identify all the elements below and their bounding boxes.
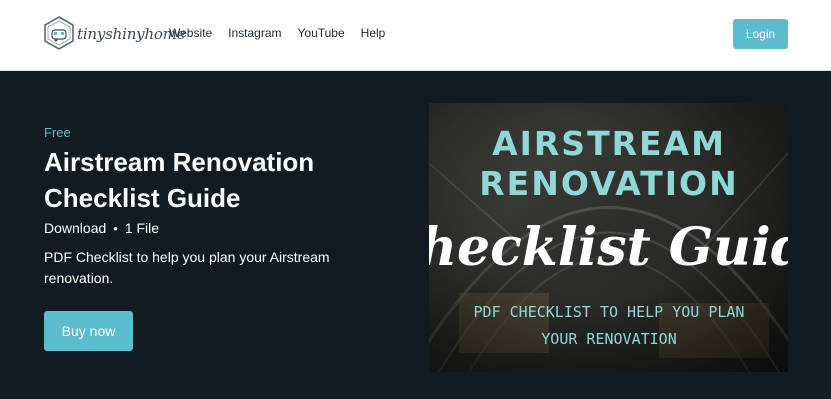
product-info: Free Airstream Renovation Checklist Guid… xyxy=(44,125,384,289)
product-title-line2: Checklist Guide xyxy=(44,183,241,213)
house-logo-icon xyxy=(44,16,74,50)
product-title: Airstream Renovation Checklist Guide xyxy=(44,144,384,216)
logo[interactable]: tinyshinyhome xyxy=(44,16,186,50)
login-button[interactable]: Login xyxy=(733,19,788,49)
nav-instagram[interactable]: Instagram xyxy=(228,26,281,40)
cover-title-line1: AIRSTREAM xyxy=(492,124,726,163)
cover-subtitle-line2: YOUR RENOVATION xyxy=(541,330,676,348)
cover-artwork: AIRSTREAM RENOVATION Checklist Guide PDF… xyxy=(429,103,788,372)
file-count: 1 File xyxy=(124,220,160,236)
cover-subtitle-line1: PDF CHECKLIST TO HELP YOU PLAN xyxy=(474,303,745,321)
main-nav: Website Instagram YouTube Help xyxy=(169,26,385,40)
nav-help[interactable]: Help xyxy=(361,26,386,40)
description-line2: renovation. xyxy=(44,270,114,286)
description-line1: PDF Checklist to help you plan your Airs… xyxy=(44,249,330,265)
product-type: Download xyxy=(44,220,107,236)
product-meta: Download • 1 File xyxy=(44,220,384,236)
product-title-line1: Airstream Renovation xyxy=(44,147,315,177)
site-header: tinyshinyhome Website Instagram YouTube … xyxy=(0,0,831,71)
cover-title-line2: RENOVATION xyxy=(479,164,738,203)
buy-now-button[interactable]: Buy now xyxy=(44,311,133,351)
product-cover-image: AIRSTREAM RENOVATION Checklist Guide PDF… xyxy=(429,103,788,372)
meta-separator: • xyxy=(113,220,118,236)
nav-youtube[interactable]: YouTube xyxy=(298,26,345,40)
price-label: Free xyxy=(44,125,71,140)
cover-title-line3: Checklist Guide xyxy=(429,217,788,278)
nav-website[interactable]: Website xyxy=(169,26,212,40)
product-description: PDF Checklist to help you plan your Airs… xyxy=(44,247,384,289)
